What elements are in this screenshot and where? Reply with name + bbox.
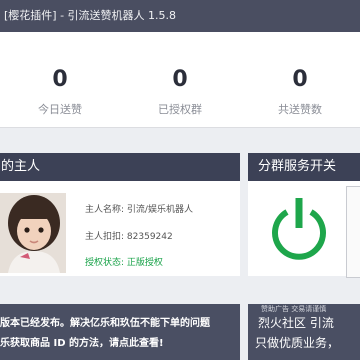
owner-name-value: 引流/娱乐机器人	[126, 205, 193, 215]
owner-status-value: 正版授权	[126, 258, 163, 268]
ad-tag: 赞助广告 交易请谨慎	[261, 305, 327, 313]
owner-qq-row: 主人扣扣: 82359242	[85, 229, 173, 242]
owner-panel-header: 的主人	[0, 153, 240, 181]
avatar	[0, 193, 66, 273]
stat-today-likes-value: 0	[52, 67, 68, 92]
owner-qq-label: 主人扣扣:	[85, 232, 125, 242]
group-service-switch-header: 分群服务开关	[248, 153, 360, 181]
notice-line-2: 乐获取商品 ID 的方法，请点此查看!	[0, 338, 164, 349]
stat-authorized-groups-label: 已授权群	[158, 103, 202, 116]
stats-panel: 0 今日送赞 0 已授权群 0 共送赞数	[0, 32, 360, 128]
stat-total-likes-value: 0	[292, 67, 308, 92]
window-title: [樱花插件] - 引流送赞机器人 1.5.8	[0, 0, 360, 32]
power-icon[interactable]	[270, 196, 328, 262]
notice-line-1: 版本已经发布。解决亿乐和玖伍不能下单的问题	[0, 318, 210, 329]
stat-total-likes-label: 共送赞数	[278, 103, 322, 116]
owner-status-row: 授权状态: 正版授权	[85, 255, 163, 268]
side-panel-edge	[346, 186, 360, 278]
sponsored-ad[interactable]: 赞助广告 交易请谨慎 烈火社区 引流 只做优质业务，	[248, 304, 360, 360]
owner-status-label: 授权状态:	[85, 258, 125, 268]
owner-name-label: 主人名称:	[85, 205, 125, 215]
update-notice-banner[interactable]: 版本已经发布。解决亿乐和玖伍不能下单的问题 乐获取商品 ID 的方法，请点此查看…	[0, 304, 240, 360]
owner-name-row: 主人名称: 引流/娱乐机器人	[85, 202, 193, 215]
ad-subtitle: 只做优质业务，	[255, 336, 340, 350]
stat-today-likes-label: 今日送赞	[38, 103, 82, 116]
ad-title: 烈火社区 引流	[258, 316, 334, 330]
stat-authorized-groups-value: 0	[172, 67, 188, 92]
owner-qq-value: 82359242	[126, 232, 173, 242]
